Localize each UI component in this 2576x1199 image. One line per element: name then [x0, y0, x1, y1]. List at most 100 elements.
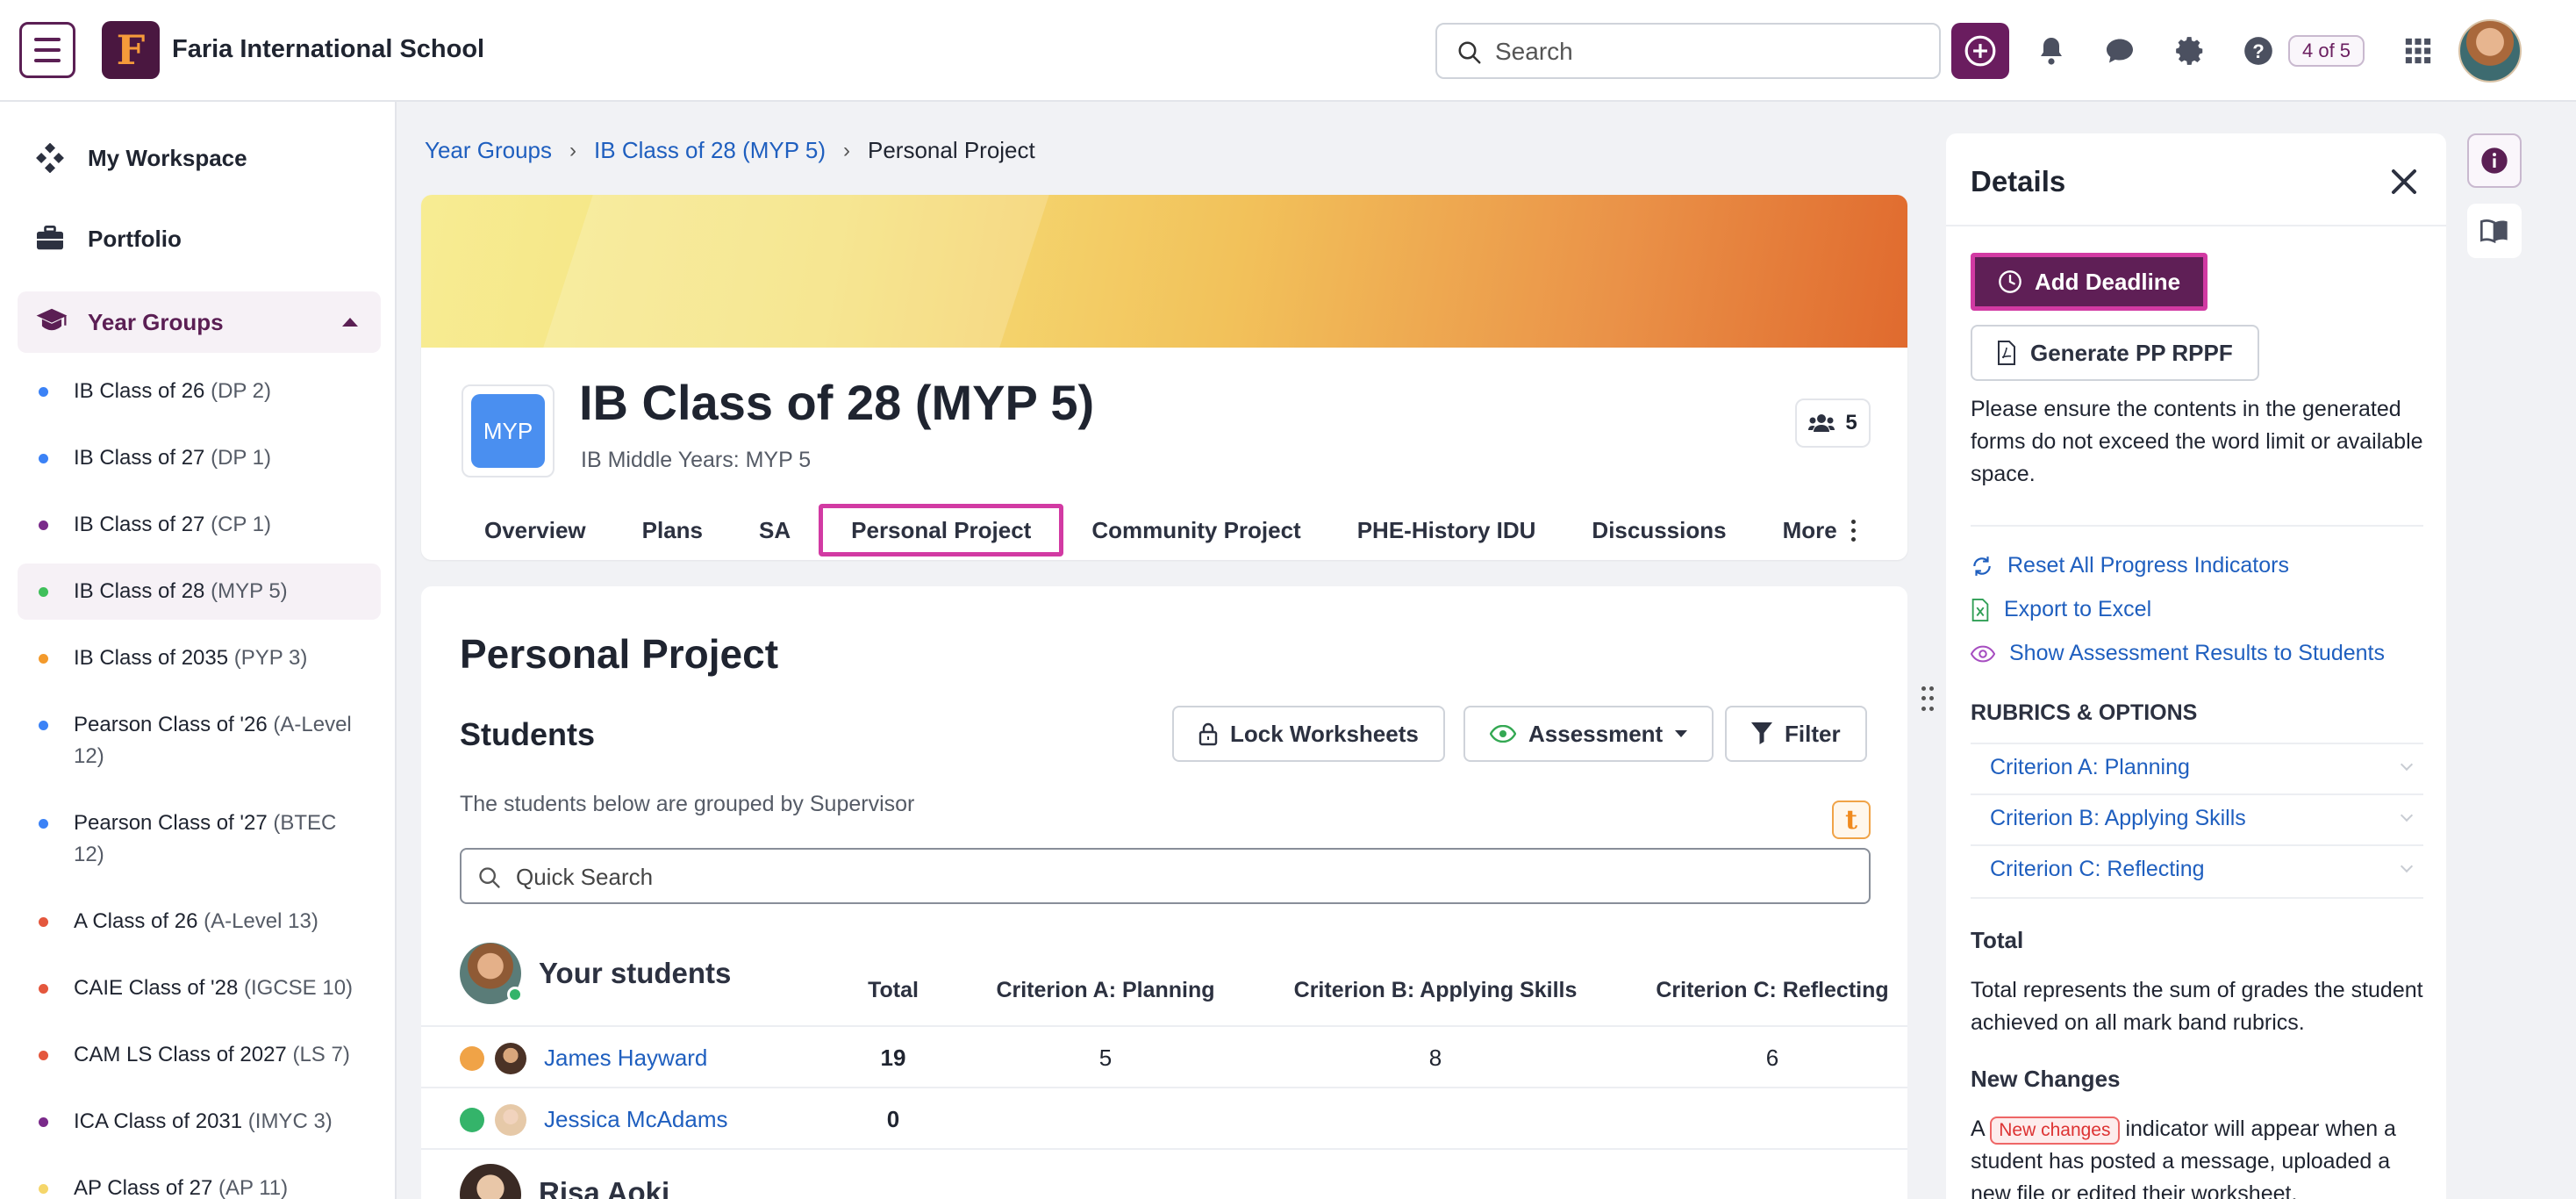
- sidebar-item-my-workspace[interactable]: My Workspace: [33, 132, 247, 184]
- myp-logo: MYP: [462, 384, 555, 477]
- tab-more[interactable]: More: [1755, 504, 1884, 556]
- rubric-item[interactable]: Criterion C: Reflecting: [1971, 844, 2423, 895]
- apps-grid-icon[interactable]: [2399, 32, 2437, 70]
- eye-icon: [1971, 645, 1995, 662]
- global-search: [1435, 23, 1941, 79]
- sidebar-item-portfolio[interactable]: Portfolio: [33, 212, 182, 265]
- cell-criterion-c[interactable]: 6: [1720, 1045, 1825, 1072]
- members-button[interactable]: 5: [1795, 398, 1871, 448]
- tab-community-project[interactable]: Community Project: [1063, 504, 1328, 556]
- reset-progress-link[interactable]: Reset All Progress Indicators: [1971, 553, 2289, 578]
- tab-discussions[interactable]: Discussions: [1563, 504, 1754, 556]
- column-header-criterion-a: Criterion A: Planning: [996, 978, 1215, 1002]
- add-deadline-button[interactable]: Add Deadline: [1971, 253, 2208, 311]
- divider: [1971, 897, 2423, 899]
- student-avatar: [495, 1104, 526, 1136]
- quick-search-input[interactable]: [516, 860, 1832, 894]
- year-group-item[interactable]: IB Class of 27 (DP 1): [18, 430, 381, 486]
- year-group-item[interactable]: Pearson Class of '27 (BTEC 12): [18, 795, 381, 883]
- total-description: Total represents the sum of grades the s…: [1971, 978, 2423, 1035]
- year-group-item[interactable]: CAIE Class of '28 (IGCSE 10): [18, 960, 381, 1016]
- rubric-item[interactable]: Criterion A: Planning: [1971, 743, 2423, 793]
- lock-icon: [1199, 722, 1218, 746]
- year-group-item[interactable]: IB Class of 26 (DP 2): [18, 363, 381, 420]
- column-header-criterion-b: Criterion B: Applying Skills: [1293, 978, 1578, 1002]
- briefcase-icon: [33, 222, 67, 255]
- chevron-up-icon[interactable]: [342, 318, 358, 327]
- class-banner: [421, 195, 1907, 348]
- toddle-icon[interactable]: t: [1832, 801, 1871, 839]
- svg-text:?: ?: [2252, 40, 2265, 62]
- year-group-item[interactable]: CAM LS Class of 2027 (LS 7): [18, 1027, 381, 1083]
- tab-sa[interactable]: SA: [731, 504, 819, 556]
- add-button[interactable]: [1951, 23, 2009, 79]
- bell-icon[interactable]: [2032, 32, 2071, 70]
- tab-phe-history-idu[interactable]: PHE-History IDU: [1329, 504, 1564, 556]
- grouped-note: The students below are grouped by Superv…: [460, 792, 915, 816]
- cell-criterion-b[interactable]: 8: [1383, 1045, 1488, 1072]
- search-input[interactable]: [1495, 35, 1916, 68]
- lock-worksheets-button[interactable]: Lock Worksheets: [1172, 706, 1445, 762]
- table-row[interactable]: James Hayward 19 5 8 6: [421, 1025, 1907, 1087]
- tab-plans[interactable]: Plans: [614, 504, 731, 556]
- menu-icon[interactable]: [19, 22, 75, 78]
- sidebar-item-year-groups[interactable]: Year Groups: [18, 291, 381, 353]
- tab-overview[interactable]: Overview: [456, 504, 614, 556]
- class-subtitle: IB Middle Years: MYP 5: [581, 448, 812, 472]
- user-avatar[interactable]: [2458, 19, 2522, 83]
- rubric-item[interactable]: Criterion B: Applying Skills: [1971, 793, 2423, 844]
- year-group-dot: [39, 387, 48, 397]
- assessment-dropdown[interactable]: Assessment: [1463, 706, 1714, 762]
- year-group-item[interactable]: ICA Class of 2031 (IMYC 3): [18, 1094, 381, 1150]
- breadcrumb-year-groups[interactable]: Year Groups: [425, 137, 552, 164]
- help-icon[interactable]: ?: [2239, 32, 2278, 70]
- student-name[interactable]: Jessica McAdams: [544, 1106, 728, 1133]
- info-icon[interactable]: [2467, 133, 2522, 188]
- table-row[interactable]: Jessica McAdams 0: [421, 1087, 1907, 1148]
- year-group-item[interactable]: IB Class of 2035 (PYP 3): [18, 630, 381, 686]
- group-title: Your students: [539, 957, 732, 989]
- year-group-item[interactable]: A Class of 26 (A-Level 13): [18, 894, 381, 950]
- year-group-dot: [39, 521, 48, 530]
- gear-icon[interactable]: [2171, 32, 2209, 70]
- cell-total: 19: [880, 1045, 906, 1071]
- top-bar: F Faria International School ? 4 of 5: [0, 0, 2576, 102]
- tab-personal-project[interactable]: Personal Project: [819, 504, 1064, 556]
- school-logo[interactable]: F: [102, 21, 160, 79]
- resize-handle[interactable]: [1921, 686, 1934, 713]
- year-group-dot: [39, 1051, 48, 1060]
- close-icon[interactable]: [2386, 163, 2422, 198]
- excel-icon: [1971, 598, 1989, 621]
- column-header-total: Total: [868, 978, 919, 1002]
- year-group-dot: [39, 721, 48, 730]
- year-group-item[interactable]: IB Class of 27 (CP 1): [18, 497, 381, 553]
- year-group-item-active[interactable]: IB Class of 28 (MYP 5): [18, 564, 381, 620]
- page-count-badge[interactable]: 4 of 5: [2288, 35, 2365, 67]
- divider: [1946, 225, 2446, 226]
- breadcrumb-class[interactable]: IB Class of 28 (MYP 5): [594, 137, 826, 164]
- export-excel-link[interactable]: Export to Excel: [1971, 597, 2151, 622]
- school-name[interactable]: Faria International School: [172, 35, 484, 64]
- year-group-dot: [39, 1117, 48, 1127]
- new-changes-heading: New Changes: [1971, 1066, 2121, 1092]
- year-group-dot: [39, 1184, 48, 1194]
- quick-search: [460, 848, 1871, 904]
- users-icon: [1808, 414, 1835, 432]
- filter-icon: [1751, 722, 1772, 744]
- divider: [1971, 525, 2423, 527]
- sidebar-item-label: Portfolio: [88, 225, 182, 252]
- pdf-file-icon: [1998, 341, 2015, 365]
- year-group-item[interactable]: AP Class of 27 (AP 11): [18, 1160, 381, 1199]
- cell-criterion-a[interactable]: 5: [1053, 1045, 1158, 1072]
- show-results-link[interactable]: Show Assessment Results to Students: [1971, 641, 2385, 666]
- chat-icon[interactable]: [2100, 32, 2139, 70]
- supervisor-avatar: [460, 1164, 521, 1199]
- details-title: Details: [1971, 165, 2066, 197]
- more-vertical-icon: [1850, 519, 1856, 542]
- year-group-item[interactable]: Pearson Class of '26 (A-Level 12): [18, 697, 381, 785]
- generate-pp-rppf-button[interactable]: Generate PP RPPF: [1971, 325, 2259, 381]
- student-name[interactable]: James Hayward: [544, 1045, 707, 1072]
- students-heading: Students: [460, 716, 596, 752]
- filter-button[interactable]: Filter: [1725, 706, 1867, 762]
- book-icon[interactable]: [2467, 204, 2522, 258]
